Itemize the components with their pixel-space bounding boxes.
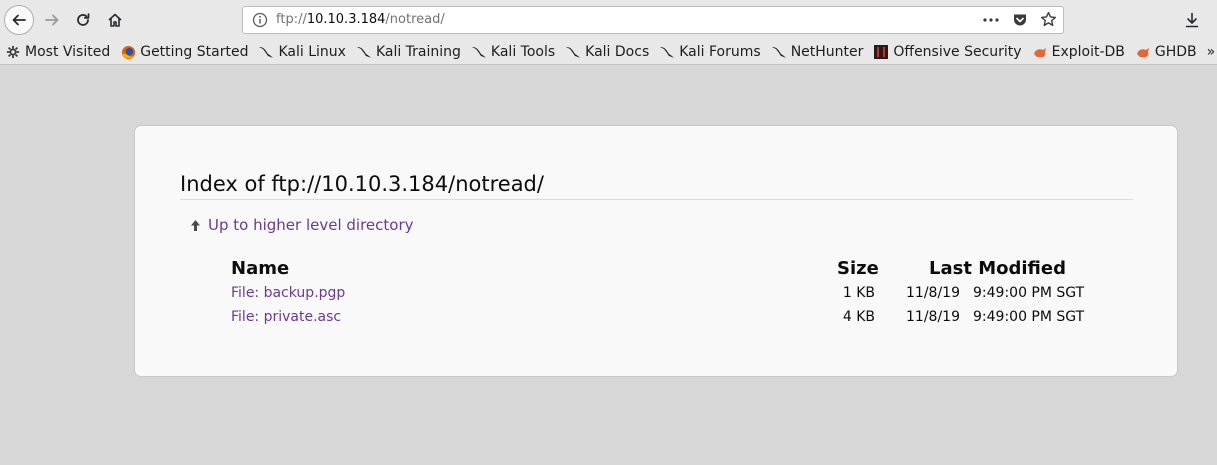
bookmark-kali-linux[interactable]: Kali Linux — [253, 41, 350, 63]
url-text[interactable]: ftp://10.10.3.184/notread/ — [276, 12, 445, 27]
bookmarks-overflow-button[interactable]: » — [1202, 41, 1217, 63]
kali-dragon-icon — [659, 44, 675, 60]
forward-button[interactable] — [38, 6, 66, 34]
up-directory-link[interactable]: Up to higher level directory — [190, 216, 414, 234]
file-link[interactable]: File: private.asc — [231, 309, 341, 325]
column-header-name[interactable]: Name — [231, 258, 289, 279]
bookmark-star-icon[interactable] — [1040, 11, 1057, 28]
home-icon — [108, 13, 122, 27]
address-bar[interactable]: ftp://10.10.3.184/notread/ — [242, 6, 1064, 34]
bookmark-label: Kali Forums — [679, 44, 761, 60]
gear-icon — [5, 44, 21, 60]
bookmark-label: Kali Tools — [490, 44, 556, 60]
exploitdb-icon — [1135, 44, 1151, 60]
file-date: 11/8/19 — [906, 285, 960, 301]
info-icon[interactable] — [252, 12, 268, 32]
download-icon — [1185, 12, 1199, 28]
bookmark-kali-training[interactable]: Kali Training — [351, 41, 466, 63]
url-host: 10.10.3.184 — [306, 12, 386, 27]
kali-dragon-icon — [471, 44, 487, 60]
file-date: 11/8/19 — [906, 309, 960, 325]
bookmark-ghdb[interactable]: GHDB — [1130, 41, 1202, 63]
exploitdb-icon — [1032, 44, 1048, 60]
bookmark-nethunter[interactable]: NetHunter — [766, 41, 869, 63]
page-title: Index of ftp://10.10.3.184/notread/ — [180, 172, 1133, 200]
bookmark-most-visited[interactable]: Most Visited — [0, 41, 115, 63]
downloads-button[interactable] — [1178, 6, 1206, 34]
pocket-icon[interactable] — [1012, 12, 1028, 28]
bookmark-label: Offensive Security — [893, 44, 1022, 60]
bookmark-exploit-db[interactable]: Exploit-DB — [1027, 41, 1130, 63]
double-chevron-right-icon: » — [1206, 44, 1216, 60]
url-scheme: ftp:// — [276, 12, 307, 27]
kali-dragon-icon — [565, 44, 581, 60]
bookmark-label: NetHunter — [790, 44, 864, 60]
reload-button[interactable] — [69, 6, 97, 34]
home-button[interactable] — [101, 6, 129, 34]
offsec-icon — [873, 44, 889, 60]
forward-arrow-icon — [45, 14, 59, 26]
bookmark-offensive-security[interactable]: Offensive Security — [868, 41, 1026, 63]
table-row: File: backup.pgp 1 KB 11/8/19 9:49:00 PM… — [135, 285, 1177, 307]
url-path: /notread/ — [385, 12, 445, 27]
up-directory-label: Up to higher level directory — [208, 216, 414, 234]
bookmark-label: Kali Training — [375, 44, 461, 60]
kali-dragon-icon — [356, 44, 372, 60]
navigation-toolbar: ftp://10.10.3.184/notread/ — [0, 0, 1217, 40]
bookmark-label: Kali Docs — [585, 44, 650, 60]
kali-dragon-icon — [771, 44, 787, 60]
up-arrow-icon — [190, 219, 201, 232]
directory-listing-card: Index of ftp://10.10.3.184/notread/ Up t… — [134, 125, 1178, 377]
reload-icon — [77, 13, 90, 26]
page-actions-icon[interactable] — [982, 12, 1000, 28]
back-button[interactable] — [4, 5, 34, 35]
bookmark-kali-tools[interactable]: Kali Tools — [466, 41, 560, 63]
column-header-size[interactable]: Size — [837, 258, 879, 279]
bookmarks-toolbar: Most Visited Getting Started Kali Linux … — [0, 40, 1217, 65]
bookmark-label: Getting Started — [140, 44, 249, 60]
bookmark-kali-forums[interactable]: Kali Forums — [654, 41, 765, 63]
firefox-icon — [120, 44, 136, 60]
file-time: 9:49:00 PM SGT — [973, 285, 1085, 301]
bookmark-label: Kali Linux — [278, 44, 346, 60]
file-size: 4 KB — [842, 309, 875, 325]
bookmark-label: GHDB — [1154, 44, 1197, 60]
kali-dragon-icon — [258, 44, 274, 60]
bookmark-getting-started[interactable]: Getting Started — [115, 41, 253, 63]
back-arrow-icon — [12, 14, 26, 26]
file-size: 1 KB — [842, 285, 875, 301]
bookmark-label: Exploit-DB — [1051, 44, 1125, 60]
bookmark-label: Most Visited — [25, 44, 111, 60]
bookmark-kali-docs[interactable]: Kali Docs — [560, 41, 654, 63]
column-header-last-modified[interactable]: Last Modified — [929, 258, 1066, 279]
table-row: File: private.asc 4 KB 11/8/19 9:49:00 P… — [135, 309, 1177, 331]
file-time: 9:49:00 PM SGT — [973, 309, 1085, 325]
file-link[interactable]: File: backup.pgp — [231, 285, 345, 301]
